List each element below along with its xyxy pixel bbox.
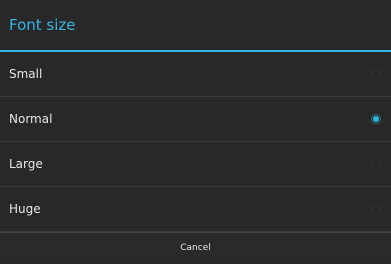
option-huge[interactable]: Huge bbox=[0, 187, 391, 232]
option-large[interactable]: Large bbox=[0, 142, 391, 187]
option-normal[interactable]: Normal bbox=[0, 97, 391, 142]
dialog-title: Font size bbox=[9, 16, 76, 34]
dialog-footer[interactable]: Cancel bbox=[0, 232, 391, 262]
radio-small-icon[interactable] bbox=[371, 69, 381, 79]
radio-large-icon[interactable] bbox=[371, 159, 381, 169]
option-label-large: Large bbox=[9, 157, 43, 171]
radio-normal-icon[interactable] bbox=[371, 114, 381, 124]
radio-huge-icon[interactable] bbox=[371, 204, 381, 214]
font-size-dialog: Font size Small Normal Large Huge Cancel bbox=[0, 0, 391, 264]
font-size-options: Small Normal Large Huge bbox=[0, 52, 391, 232]
option-small[interactable]: Small bbox=[0, 52, 391, 97]
cancel-button[interactable]: Cancel bbox=[180, 243, 211, 253]
option-label-huge: Huge bbox=[9, 202, 41, 216]
option-label-small: Small bbox=[9, 67, 43, 81]
option-label-normal: Normal bbox=[9, 112, 53, 126]
dialog-title-bar: Font size bbox=[0, 0, 391, 52]
